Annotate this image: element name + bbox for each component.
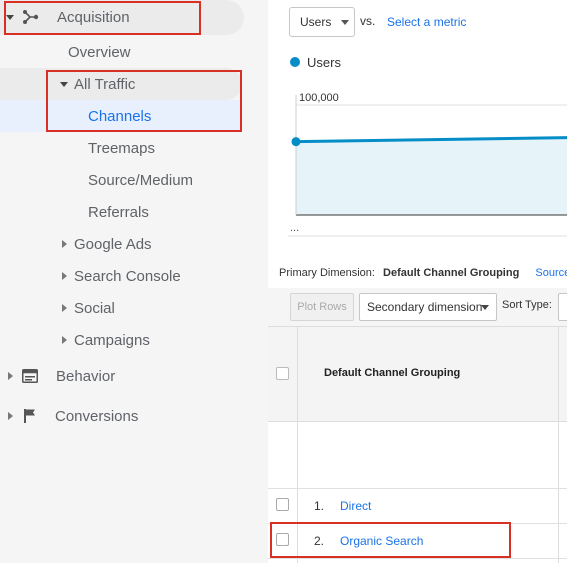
secondary-dimension-label: Secondary dimension [367,300,483,314]
sidebar-item-label: Treemaps [88,139,155,157]
behavior-icon [22,369,38,383]
sidebar-item-label: Conversions [55,407,139,425]
sidebar-item-source-medium[interactable]: Source/Medium [88,164,193,196]
row-checkbox[interactable] [276,498,289,511]
sidebar-item-campaigns[interactable]: Campaigns [62,324,150,356]
chevron-down-icon [341,19,350,25]
series-area-users [296,137,567,215]
sidebar-item-label: Campaigns [74,331,150,349]
row-divider [268,488,567,489]
caret-right-icon [8,412,13,420]
caret-right-icon [62,304,67,312]
metric-select[interactable]: Users [289,7,355,37]
row-checkbox[interactable] [276,533,289,546]
row-number: 2. [314,534,325,548]
sidebar-item-acquisition[interactable]: Acquisition [0,1,244,33]
sidebar-item-channels[interactable]: Channels [88,100,151,132]
sidebar-item-referrals[interactable]: Referrals [88,196,149,228]
secondary-dimension-select[interactable]: Secondary dimension [359,293,497,321]
sidebar-item-label: Source/Medium [88,171,194,189]
sidebar-item-label: Referrals [88,203,149,221]
sidebar-item-label: Social [74,299,115,317]
select-metric-link[interactable]: Select a metric [387,15,466,29]
row-link-organic-search[interactable]: Organic Search [340,534,423,548]
sidebar-item-label: Channels [88,107,152,125]
caret-right-icon [62,240,67,248]
sidebar-item-treemaps[interactable]: Treemaps [88,132,155,164]
select-all-checkbox[interactable] [276,367,289,380]
sidebar-item-search-console[interactable]: Search Console [62,260,181,292]
data-point-users [291,137,301,147]
sidebar-item-social[interactable]: Social [62,292,115,324]
row-divider [268,558,567,559]
caret-right-icon [62,272,67,280]
sidebar-item-label: Google Ads [74,235,152,253]
sidebar-item-behavior[interactable]: Behavior [8,360,115,392]
sort-type-select[interactable] [558,293,567,321]
legend-label-users: Users [307,55,341,70]
x-tick-label: ... [290,222,299,234]
primary-dimension-bar: Primary Dimension: Default Channel Group… [279,267,567,279]
sidebar-item-label: All Traffic [74,75,136,93]
primary-dimension-source-link[interactable]: Source / [535,267,567,279]
acquisition-icon [23,10,39,24]
sidebar-item-all-traffic[interactable]: All Traffic [60,68,135,100]
vs-label: vs. [360,14,376,28]
sidebar-item-label: Acquisition [57,8,130,26]
caret-right-icon [8,372,13,380]
sidebar-item-label: Behavior [56,367,116,385]
column-divider [558,326,559,563]
row-link-direct[interactable]: Direct [340,499,371,513]
caret-down-icon [60,81,68,87]
sidebar-item-label: Overview [68,43,131,61]
sidebar-item-label: Search Console [74,267,181,285]
sidebar: Acquisition Overview All Traffic Channel… [0,0,268,563]
sidebar-item-google-ads[interactable]: Google Ads [62,228,152,260]
sidebar-item-conversions[interactable]: Conversions [8,400,138,432]
users-line-chart: 100,00050,000... [288,92,567,237]
sort-type-label: Sort Type: [502,299,552,311]
legend-dot-users [290,57,300,67]
metric-select-value: Users [300,15,332,29]
main-content: Users vs. Select a metric Users 100,0005… [268,0,567,563]
plot-rows-button[interactable]: Plot Rows [290,293,354,321]
column-divider [297,326,298,563]
caret-right-icon [62,336,67,344]
primary-dimension-active: Default Channel Grouping [383,267,520,279]
y-tick-label: 100,000 [299,92,339,104]
caret-down-icon [6,14,14,20]
row-divider [268,523,567,524]
chevron-down-icon [481,305,489,310]
sidebar-item-overview[interactable]: Overview [68,36,131,68]
row-number: 1. [314,499,325,513]
primary-dimension-prefix: Primary Dimension: [279,267,375,279]
column-header-channel-grouping[interactable]: Default Channel Grouping [324,367,460,379]
flag-icon [24,409,35,423]
